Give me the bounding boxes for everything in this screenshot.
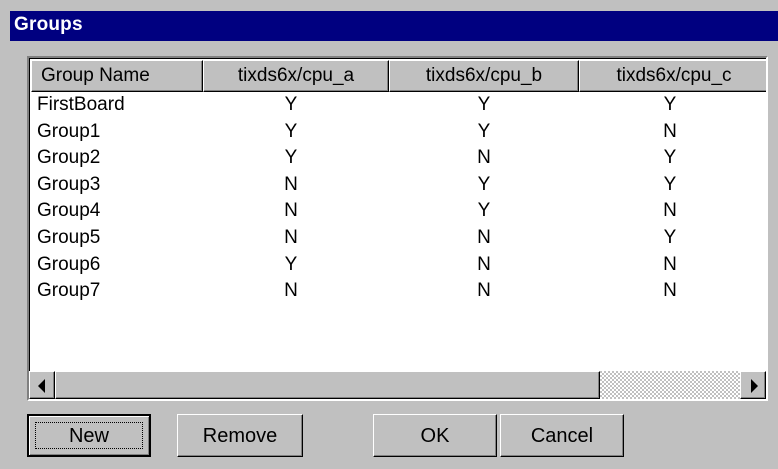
column-header-cpu-b[interactable]: tixds6x/cpu_b (389, 60, 579, 92)
cpu-b-cell: N (477, 147, 491, 169)
table-row[interactable]: Group6 Y N N (31, 252, 766, 279)
cpu-a-cell: N (284, 280, 298, 302)
cpu-c-cell: N (663, 200, 677, 222)
cpu-a-cell: N (284, 226, 298, 248)
group-name-cell: Group7 (37, 280, 101, 302)
group-name-cell: Group6 (37, 253, 101, 275)
cpu-b-cell: N (477, 280, 491, 302)
cpu-c-cell: Y (663, 226, 677, 248)
scrollbar-track[interactable] (600, 371, 740, 399)
dialog-title: Groups (14, 14, 83, 35)
groups-list-view[interactable]: Group Name tixds6x/cpu_a tixds6x/cpu_b t… (27, 56, 768, 401)
group-name-cell: Group3 (37, 173, 101, 195)
cancel-button[interactable]: Cancel (500, 414, 624, 457)
scroll-right-button[interactable] (740, 371, 766, 399)
cpu-a-cell: Y (284, 147, 298, 169)
cpu-c-cell: N (663, 120, 677, 142)
cpu-c-cell: Y (663, 94, 677, 115)
table-row[interactable]: Group1 Y Y N (31, 119, 766, 146)
column-header-cpu-a[interactable]: tixds6x/cpu_a (203, 60, 389, 92)
dialog-title-bar[interactable]: Groups (10, 11, 778, 41)
group-name-cell: FirstBoard (37, 94, 125, 115)
group-name-cell: Group4 (37, 200, 101, 222)
cpu-a-cell: N (284, 200, 298, 222)
table-row[interactable]: Group5 N N Y (31, 225, 766, 252)
table-row[interactable]: Group2 Y N Y (31, 145, 766, 172)
cpu-b-cell: N (477, 226, 491, 248)
horizontal-scrollbar[interactable] (29, 371, 766, 399)
cpu-b-cell: Y (477, 120, 491, 142)
table-row[interactable]: FirstBoard Y Y Y (31, 92, 766, 119)
column-header-group-name[interactable]: Group Name (31, 60, 203, 92)
group-name-cell: Group5 (37, 226, 101, 248)
table-row[interactable]: Group4 N Y N (31, 198, 766, 225)
table-row[interactable]: Group3 N Y Y (31, 172, 766, 199)
new-button[interactable]: New (27, 414, 151, 457)
scroll-left-button[interactable] (29, 371, 55, 399)
remove-button[interactable]: Remove (177, 414, 303, 457)
cpu-c-cell: Y (663, 173, 677, 195)
column-header-cpu-c[interactable]: tixds6x/cpu_c (579, 60, 766, 92)
cpu-a-cell: Y (284, 120, 298, 142)
group-name-cell: Group2 (37, 147, 101, 169)
cpu-a-cell: N (284, 173, 298, 195)
right-arrow-icon (751, 379, 758, 393)
cpu-b-cell: Y (477, 200, 491, 222)
cpu-a-cell: Y (284, 94, 298, 115)
left-arrow-icon (38, 379, 45, 393)
table-row[interactable]: Group7 N N N (31, 278, 766, 305)
cpu-b-cell: Y (477, 173, 491, 195)
list-header: Group Name tixds6x/cpu_a tixds6x/cpu_b t… (31, 60, 766, 92)
cpu-c-cell: N (663, 280, 677, 302)
group-name-cell: Group1 (37, 120, 101, 142)
scrollbar-thumb[interactable] (55, 371, 600, 399)
cpu-c-cell: N (663, 253, 677, 275)
cpu-b-cell: Y (477, 94, 491, 115)
new-button-label: New (68, 425, 109, 447)
cpu-c-cell: Y (663, 147, 677, 169)
ok-button[interactable]: OK (373, 414, 497, 457)
cpu-a-cell: Y (284, 253, 298, 275)
cpu-b-cell: N (477, 253, 491, 275)
list-body: FirstBoard Y Y Y Group1 Y Y N Group2 Y N… (31, 92, 766, 305)
